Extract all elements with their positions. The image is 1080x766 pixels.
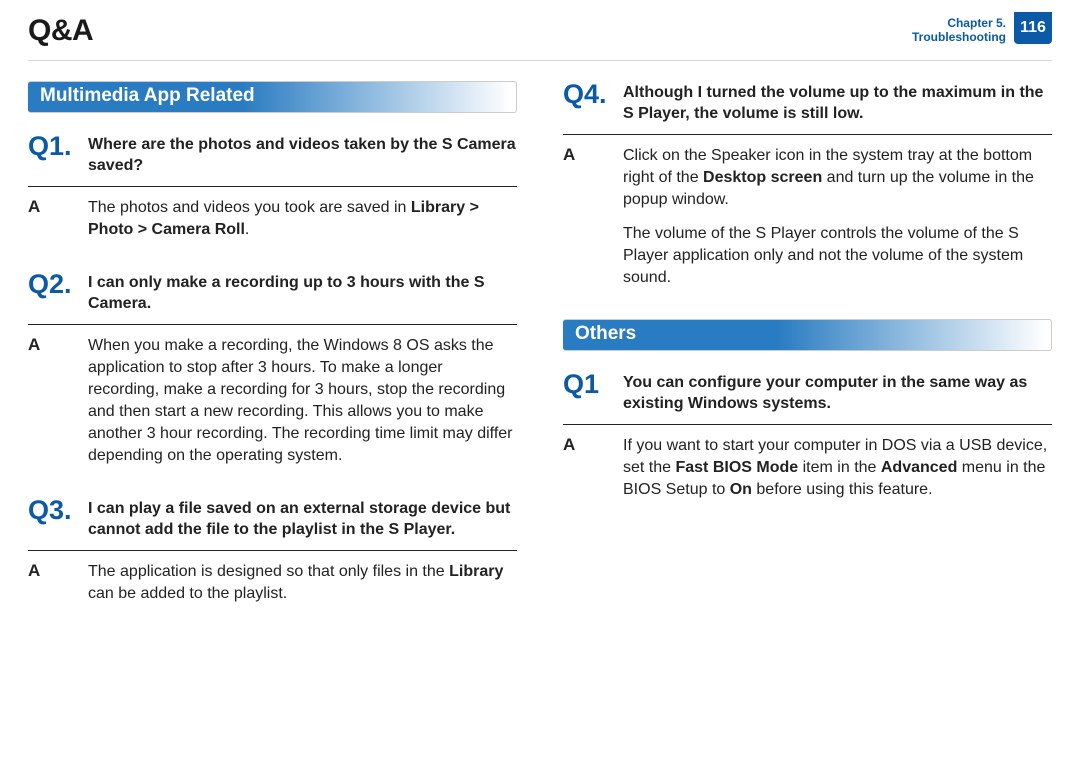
question-row: Q2. I can only make a recording up to 3 … <box>28 271 517 325</box>
a-text: Click on the Speaker icon in the system … <box>623 145 1052 289</box>
question-row: Q4. Although I turned the volume up to t… <box>563 81 1052 135</box>
q-label: Q3. <box>28 497 88 523</box>
section-others: Others <box>563 319 1052 351</box>
section-multimedia: Multimedia App Related <box>28 81 517 113</box>
page-number: 116 <box>1014 12 1052 44</box>
answer-row: A If you want to start your computer in … <box>563 435 1052 501</box>
page-title: Q&A <box>28 12 93 48</box>
answer-p1: Click on the Speaker icon in the system … <box>623 145 1052 211</box>
right-column: Q4. Although I turned the volume up to t… <box>563 81 1052 635</box>
answer-row: A The application is designed so that on… <box>28 561 517 605</box>
a-label: A <box>563 145 623 165</box>
q-text: I can only make a recording up to 3 hour… <box>88 271 517 314</box>
a-label: A <box>28 335 88 355</box>
answer-row: A Click on the Speaker icon in the syste… <box>563 145 1052 289</box>
qa-item: Q1 You can configure your computer in th… <box>563 371 1052 501</box>
page-header: Q&A Chapter 5. Troubleshooting 116 <box>28 12 1052 61</box>
q-text: Although I turned the volume up to the m… <box>623 81 1052 124</box>
a-text: The photos and videos you took are saved… <box>88 197 517 241</box>
q-text: I can play a file saved on an external s… <box>88 497 517 540</box>
qa-item: Q3. I can play a file saved on an extern… <box>28 497 517 605</box>
chapter-line2: Troubleshooting <box>912 30 1006 44</box>
q-label: Q1. <box>28 133 88 159</box>
a-label: A <box>28 561 88 581</box>
a-text: The application is designed so that only… <box>88 561 517 605</box>
content-columns: Multimedia App Related Q1. Where are the… <box>28 61 1052 635</box>
a-label: A <box>563 435 623 455</box>
question-row: Q1 You can configure your computer in th… <box>563 371 1052 425</box>
q-label: Q4. <box>563 81 623 107</box>
question-row: Q1. Where are the photos and videos take… <box>28 133 517 187</box>
q-text: You can configure your computer in the s… <box>623 371 1052 414</box>
chapter-label: Chapter 5. Troubleshooting <box>912 12 1014 44</box>
q-label: Q1 <box>563 371 623 397</box>
left-column: Multimedia App Related Q1. Where are the… <box>28 81 517 635</box>
chapter-line1: Chapter 5. <box>912 16 1006 30</box>
q-text: Where are the photos and videos taken by… <box>88 133 517 176</box>
answer-row: A When you make a recording, the Windows… <box>28 335 517 467</box>
qa-item: Q2. I can only make a recording up to 3 … <box>28 271 517 467</box>
qa-item: Q1. Where are the photos and videos take… <box>28 133 517 241</box>
question-row: Q3. I can play a file saved on an extern… <box>28 497 517 551</box>
qa-item: Q4. Although I turned the volume up to t… <box>563 81 1052 289</box>
q-label: Q2. <box>28 271 88 297</box>
a-text: When you make a recording, the Windows 8… <box>88 335 517 467</box>
answer-p2: The volume of the S Player controls the … <box>623 223 1052 289</box>
a-text: If you want to start your computer in DO… <box>623 435 1052 501</box>
chapter-box: Chapter 5. Troubleshooting 116 <box>912 12 1052 44</box>
a-label: A <box>28 197 88 217</box>
answer-row: A The photos and videos you took are sav… <box>28 197 517 241</box>
